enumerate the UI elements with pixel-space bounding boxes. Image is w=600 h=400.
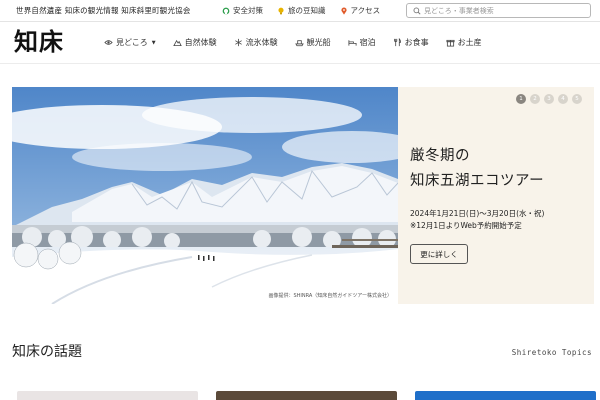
hero-slider: 画像提供：SHINRA（知床自然ガイドツアー株式会社） 1 2 3 4 5 厳冬… [12,87,594,304]
nav-label-sightseeing: 見どころ [116,38,148,47]
nav-item-lodging[interactable]: 宿泊 [348,37,393,48]
slide-indicators: 1 2 3 4 5 [516,94,582,104]
hero-date: 2024年1月21日(日)〜3月20日(水・祝) ※12月1日よりWeb予約開始… [410,208,544,232]
nav-item-cruise[interactable]: 観光船 [294,37,348,48]
trivia-link-label: 旅の豆知識 [288,6,326,15]
hero-date-range: 2024年1月21日(日)〜3月20日(水・祝) [410,209,545,218]
gift-icon [446,39,455,47]
slide-dot-2[interactable]: 2 [530,94,540,104]
nav-label-souvenirs: お土産 [457,38,482,47]
topics-subheading: Shiretoko Topics [511,348,592,357]
topic-card-3[interactable] [415,391,596,400]
slide-dot-5[interactable]: 5 [572,94,582,104]
bed-icon [348,40,357,46]
topics-cards [17,391,596,400]
utility-links: 安全対策 旅の豆知識 アクセス [222,5,380,16]
ship-icon [294,40,304,47]
nav-item-souvenirs[interactable]: お土産 [446,37,499,48]
hero-title: 厳冬期の 知床五湖エコツアー [410,144,544,194]
nav-item-nature[interactable]: 自然体験 [172,37,234,48]
more-details-button[interactable]: 更に詳しく [410,244,468,264]
chevron-down-icon: ▼ [151,39,156,46]
utensils-icon [393,38,401,47]
winter-lake-image [12,87,398,304]
access-link-label: アクセス [350,6,381,15]
main-header: 知床 見どころ ▼ 自然体験 流氷体験 観光船 宿泊 お食事 お土産 [0,22,600,64]
photo-credit: 画像提供：SHINRA（知床自然ガイドツアー株式会社） [268,293,392,299]
search-input[interactable] [424,6,584,15]
nav-item-dining[interactable]: お食事 [393,37,446,48]
topic-card-2[interactable] [216,391,397,400]
nav-label-lodging: 宿泊 [359,38,376,47]
topics-heading: 知床の話題 [12,344,82,360]
slide-dot-1[interactable]: 1 [516,94,526,104]
mountain-icon [172,39,182,47]
pin-icon [340,7,347,15]
hero-booking-note: ※12月1日よりWeb予約開始予定 [410,221,522,230]
snowflake-icon [234,38,242,47]
nav-label-cruise: 観光船 [306,38,331,47]
site-description: 世界自然遺産 知床の観光情報 知床斜里町観光協会 [16,6,191,15]
safety-link-label: 安全対策 [233,6,263,15]
topic-card-1[interactable] [17,391,198,400]
search-icon [413,7,421,15]
utility-bar: 世界自然遺産 知床の観光情報 知床斜里町観光協会 安全対策 旅の豆知識 アクセス [0,0,600,22]
nav-label-drift-ice: 流氷体験 [245,38,278,47]
nav-label-nature: 自然体験 [184,38,217,47]
safety-link[interactable]: 安全対策 [222,5,263,16]
nav-item-sightseeing[interactable]: 見どころ ▼ [104,37,173,48]
slide-dot-4[interactable]: 4 [558,94,568,104]
lightbulb-icon [278,7,284,14]
site-logo[interactable]: 知床 [14,29,64,55]
search-box[interactable] [406,3,591,18]
main-nav: 見どころ ▼ 自然体験 流氷体験 観光船 宿泊 お食事 お土産 [104,37,499,48]
shield-icon [222,7,230,14]
eye-icon [104,40,113,45]
trivia-link[interactable]: 旅の豆知識 [277,5,326,16]
access-link[interactable]: アクセス [340,5,381,16]
hero-title-line1: 厳冬期の [410,148,470,164]
nav-item-drift-ice[interactable]: 流氷体験 [234,37,295,48]
hero-text-panel: 1 2 3 4 5 厳冬期の 知床五湖エコツアー 2024年1月21日(日)〜3… [398,87,594,304]
hero-title-line2: 知床五湖エコツアー [410,173,545,189]
hero-photo[interactable]: 画像提供：SHINRA（知床自然ガイドツアー株式会社） [12,87,398,304]
nav-label-dining: お食事 [404,38,429,47]
slide-dot-3[interactable]: 3 [544,94,554,104]
